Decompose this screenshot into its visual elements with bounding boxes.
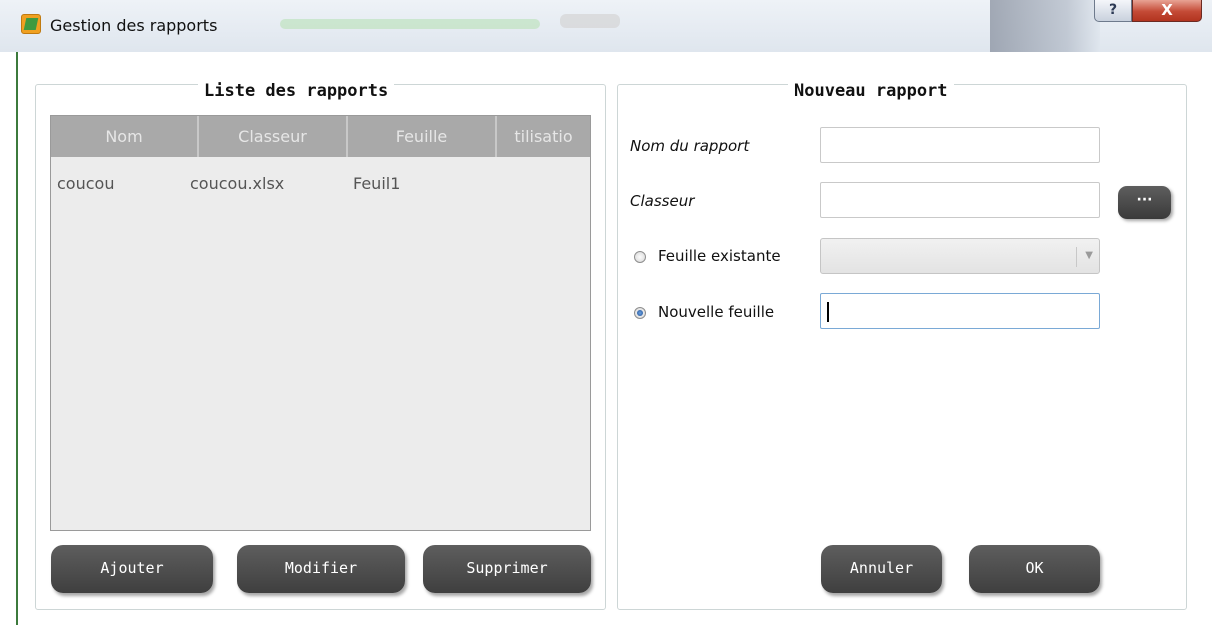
column-header-workbook[interactable]: Classeur: [199, 116, 348, 157]
close-button[interactable]: X: [1132, 0, 1202, 22]
workbook-input[interactable]: [820, 182, 1100, 218]
edit-button[interactable]: Modifier: [237, 545, 405, 593]
workbook-label: Classeur: [630, 192, 695, 210]
help-button[interactable]: ?: [1094, 0, 1132, 22]
existing-sheet-dropdown[interactable]: ▼: [820, 238, 1100, 274]
new-report-title: Nouveau rapport: [788, 81, 954, 105]
delete-button[interactable]: Supprimer: [423, 545, 591, 593]
title-bar[interactable]: Gestion des rapports ? X: [0, 0, 1212, 52]
chevron-down-icon: ▼: [1085, 250, 1093, 261]
report-manager-window: Gestion des rapports ? X Liste des rappo…: [0, 0, 1212, 634]
new-sheet-radio[interactable]: [634, 307, 646, 319]
report-name-input[interactable]: [820, 127, 1100, 163]
dropdown-separator: [1076, 247, 1077, 267]
cell-sheet: Feuil1: [353, 174, 401, 193]
table-row[interactable]: coucou coucou.xlsx Feuil1: [51, 169, 590, 199]
blurred-background: [990, 0, 1100, 52]
browse-button[interactable]: ···: [1118, 186, 1171, 219]
window-frame-edge: [16, 52, 18, 625]
text-cursor: [827, 301, 829, 322]
window-title: Gestion des rapports: [50, 16, 218, 35]
new-sheet-label[interactable]: Nouvelle feuille: [658, 303, 774, 321]
report-name-label: Nom du rapport: [630, 137, 750, 155]
report-list-title: Liste des rapports: [198, 81, 395, 105]
app-icon: [21, 14, 41, 34]
column-header-name[interactable]: Nom: [51, 116, 199, 157]
cancel-button[interactable]: Annuler: [821, 545, 942, 593]
blurred-background: [280, 19, 540, 29]
cell-workbook: coucou.xlsx: [190, 174, 285, 193]
existing-sheet-label[interactable]: Feuille existante: [658, 247, 781, 265]
add-button[interactable]: Ajouter: [51, 545, 213, 593]
new-sheet-input[interactable]: [820, 293, 1100, 329]
blurred-background: [560, 14, 620, 28]
table-header: Nom Classeur Feuille tilisatio: [51, 116, 590, 157]
existing-sheet-radio[interactable]: [634, 251, 646, 263]
column-header-usage[interactable]: tilisatio: [497, 116, 590, 157]
cell-name: coucou: [57, 174, 115, 193]
report-table[interactable]: Nom Classeur Feuille tilisatio coucou co…: [50, 115, 591, 531]
ok-button[interactable]: OK: [969, 545, 1100, 593]
column-header-sheet[interactable]: Feuille: [348, 116, 497, 157]
